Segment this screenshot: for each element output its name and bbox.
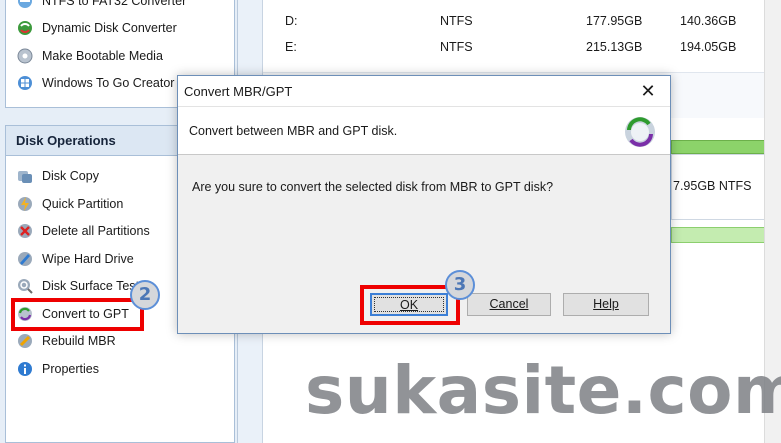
partition-filesystem: NTFS <box>440 40 473 54</box>
sidebar-item-wipe-hard-drive[interactable]: Wipe Hard Drive <box>16 248 134 270</box>
cancel-button-label: Cancel <box>489 297 529 311</box>
wipe-drive-icon <box>18 252 32 266</box>
converter-icon <box>18 0 32 8</box>
sidebar-item-label: Quick Partition <box>42 197 124 211</box>
quick-partition-icon <box>18 197 32 211</box>
watermark-text: sukasite.com <box>305 352 781 429</box>
partition-filesystem: NTFS <box>440 14 473 28</box>
step-badge-3: 3 <box>445 270 475 300</box>
bootable-media-icon <box>17 48 33 64</box>
dialog-header-band: Convert between MBR and GPT disk. <box>178 107 670 155</box>
dialog-title: Convert MBR/GPT <box>184 84 293 99</box>
disk-copy-icon <box>18 171 32 183</box>
dialog-title-bar[interactable]: Convert MBR/GPT ✕ <box>178 76 670 107</box>
sidebar-item-quick-partition[interactable]: Quick Partition <box>16 193 123 215</box>
sidebar-item-make-bootable-media[interactable]: Make Bootable Media <box>16 45 163 67</box>
properties-icon <box>18 362 32 376</box>
cancel-button[interactable]: Cancel <box>467 293 551 316</box>
sidebar-item-properties[interactable]: Properties <box>16 358 99 380</box>
partition-usage-bar <box>671 227 765 243</box>
delete-partitions-icon <box>18 224 32 238</box>
sidebar-item-disk-copy[interactable]: Disk Copy <box>16 165 99 187</box>
sidebar-item-label: Dynamic Disk Converter <box>42 21 177 35</box>
partition-used: 140.36GB <box>680 14 737 28</box>
dialog-description: Convert between MBR and GPT disk. <box>189 124 398 138</box>
close-icon[interactable]: ✕ <box>626 76 670 107</box>
help-button-label: Help <box>593 297 619 311</box>
convert-gpt-icon <box>625 117 655 147</box>
partition-drive: D: <box>285 14 298 28</box>
dynamic-disk-icon <box>18 21 32 35</box>
table-row[interactable]: E: NTFS 215.13GB 194.05GB <box>263 37 781 59</box>
sidebar-item-rebuild-mbr[interactable]: Rebuild MBR <box>16 330 116 352</box>
partition-map-label: 7.95GB NTFS <box>673 179 752 193</box>
sidebar-item-label: Delete all Partitions <box>42 224 150 238</box>
partition-drive: E: <box>285 40 297 54</box>
sidebar-item-delete-all-partitions[interactable]: Delete all Partitions <box>16 220 150 242</box>
windows-to-go-icon <box>18 76 32 90</box>
confirmation-question: Are you sure to convert the selected dis… <box>192 180 554 194</box>
step-badge-2: 2 <box>130 280 160 310</box>
sidebar-item-label: Disk Surface Test <box>42 279 140 293</box>
partition-used: 194.05GB <box>680 40 737 54</box>
rebuild-mbr-icon <box>18 334 32 348</box>
sidebar-item-label: NTFS to FAT32 Converter <box>42 0 187 8</box>
help-button[interactable]: Help <box>563 293 649 316</box>
sidebar-item-ntfs-to-fat32[interactable]: NTFS to FAT32 Converter <box>16 0 186 12</box>
highlight-ok-button <box>360 285 460 325</box>
table-row[interactable]: D: NTFS 177.95GB 140.36GB <box>263 11 781 33</box>
sidebar-item-label: Wipe Hard Drive <box>42 252 134 266</box>
disk-usage-bar <box>671 140 765 154</box>
sidebar-item-label: Properties <box>42 362 99 376</box>
partition-capacity: 177.95GB <box>586 14 643 28</box>
sidebar-item-label: Disk Copy <box>42 169 99 183</box>
highlight-convert-to-gpt <box>11 298 144 331</box>
sidebar-item-label: Windows To Go Creator <box>42 76 175 90</box>
sidebar-item-windows-to-go[interactable]: Windows To Go Creator <box>16 72 174 94</box>
partition-capacity: 215.13GB <box>586 40 643 54</box>
sidebar-item-dynamic-disk-converter[interactable]: Dynamic Disk Converter <box>16 17 177 39</box>
sidebar-item-label: Rebuild MBR <box>42 334 116 348</box>
sidebar-item-label: Make Bootable Media <box>42 49 163 63</box>
sidebar-item-disk-surface-test[interactable]: Disk Surface Test <box>16 275 139 297</box>
surface-test-icon <box>18 279 33 294</box>
